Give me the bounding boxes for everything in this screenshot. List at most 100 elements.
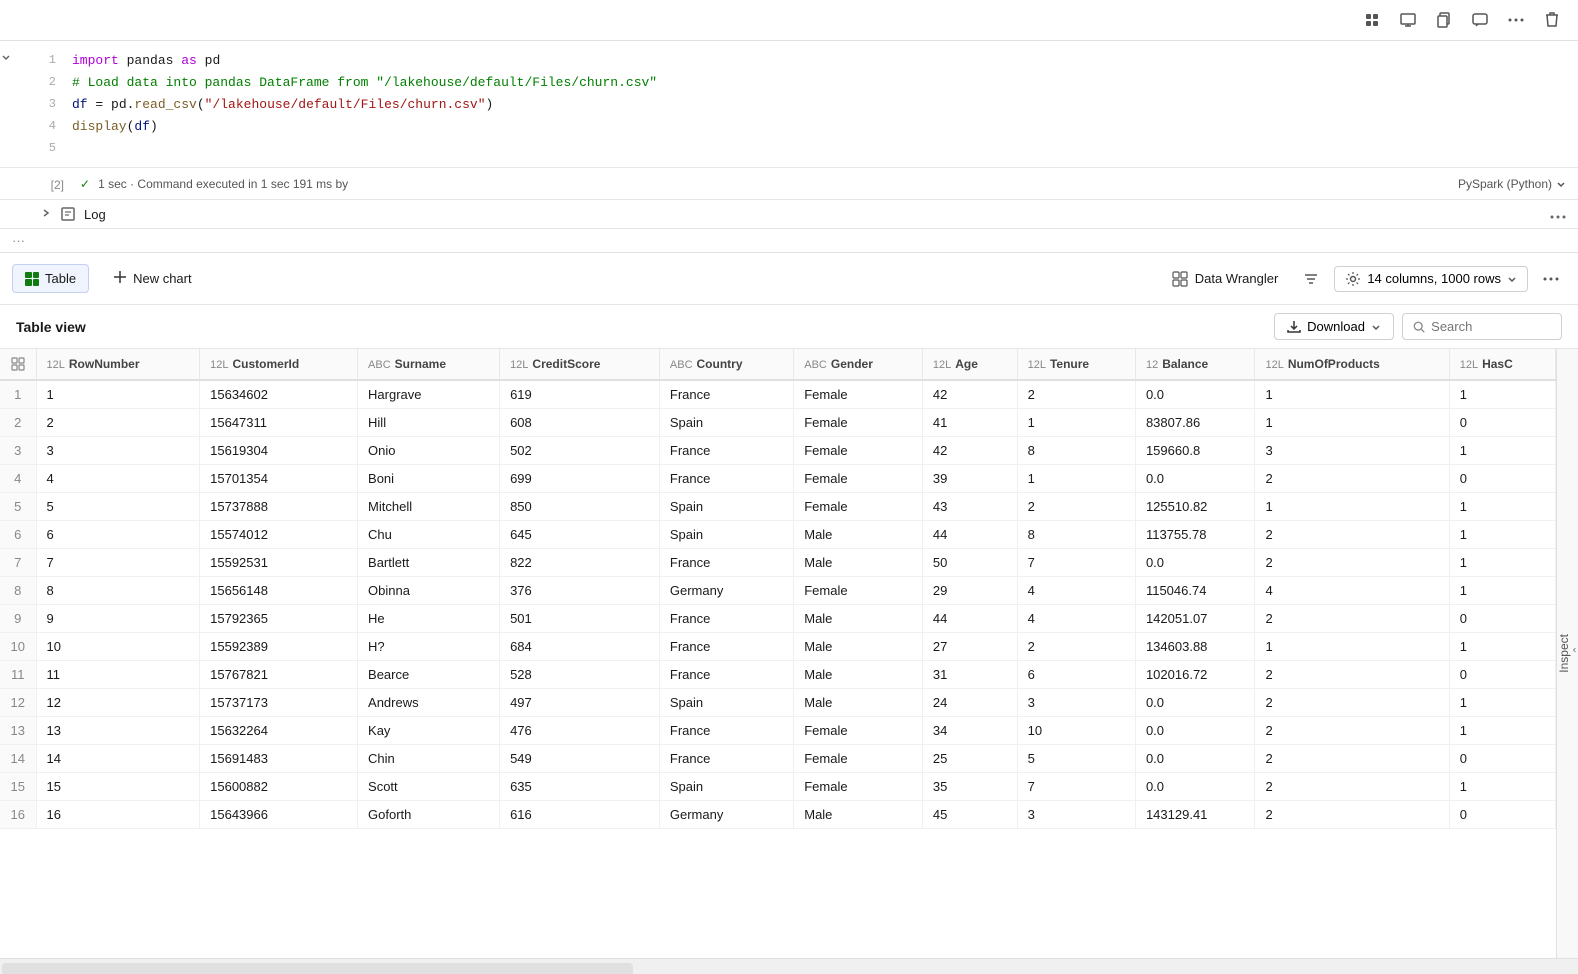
table-cell: 143129.41: [1135, 801, 1255, 829]
table-cell: 2: [1255, 661, 1449, 689]
filter-button[interactable]: [1296, 264, 1326, 294]
table-cell: 684: [500, 633, 660, 661]
table-cell: 7: [36, 549, 200, 577]
table-cell: 376: [500, 577, 660, 605]
code-line-3: df = pd.read_csv("/lakehouse/default/Fil…: [72, 97, 493, 112]
more-options-button[interactable]: [1536, 264, 1566, 294]
table-cell: 619: [500, 380, 660, 409]
table-cell: 45: [922, 801, 1017, 829]
output-panel: Table New chart Data Wrangler 14 col: [0, 252, 1578, 974]
table-cell: Male: [794, 689, 923, 717]
bottom-scrollbar[interactable]: [0, 958, 1578, 974]
search-box[interactable]: [1402, 313, 1562, 340]
table-cell: 14: [36, 745, 200, 773]
table-cell: 15792365: [200, 605, 358, 633]
col-rownumber: 12LRowNumber: [36, 349, 200, 380]
data-table-wrapper[interactable]: 12LRowNumber 12LCustomerId ABCSurname 12…: [0, 349, 1556, 958]
table-cell: 0.0: [1135, 549, 1255, 577]
table-cell: 41: [922, 409, 1017, 437]
table-cell: Mitchell: [358, 493, 500, 521]
line-number-5: 5: [36, 141, 56, 155]
table-cell: 2: [1255, 801, 1449, 829]
code-editor[interactable]: 1 import pandas as pd 2 # Load data into…: [24, 41, 1578, 167]
table-cell: 1: [1449, 521, 1555, 549]
table-cell: 15600882: [200, 773, 358, 801]
table-cell: 822: [500, 549, 660, 577]
table-cell: 134603.88: [1135, 633, 1255, 661]
table-cell: 25: [922, 745, 1017, 773]
table-cell: 15701354: [200, 465, 358, 493]
log-label: Log: [84, 207, 106, 222]
table-cell: France: [659, 661, 793, 689]
table-cell: 15632264: [200, 717, 358, 745]
table-cell: Obinna: [358, 577, 500, 605]
table-row: 1115634602Hargrave619FranceFemale4220.01…: [0, 380, 1556, 409]
col-creditscore: 12LCreditScore: [500, 349, 660, 380]
download-button[interactable]: Download: [1274, 313, 1394, 340]
table-cell: 34: [922, 717, 1017, 745]
columns-rows-label: 14 columns, 1000 rows: [1367, 271, 1501, 286]
table-cell: 1: [36, 380, 200, 409]
chat-icon-button[interactable]: [1466, 6, 1494, 34]
table-row: 161615643966Goforth616GermanyMale4531431…: [0, 801, 1556, 829]
row-index-cell: 1: [0, 380, 36, 409]
table-cell: France: [659, 465, 793, 493]
row-index-cell: 10: [0, 633, 36, 661]
table-cell: France: [659, 605, 793, 633]
table-cell: 9: [36, 605, 200, 633]
row-index-cell: 11: [0, 661, 36, 689]
row-index-cell: 5: [0, 493, 36, 521]
code-line-1: import pandas as pd: [72, 53, 220, 68]
table-cell: 31: [922, 661, 1017, 689]
search-input[interactable]: [1431, 319, 1551, 334]
cell-number: [2]: [40, 176, 72, 192]
table-cell: 42: [922, 437, 1017, 465]
table-cell: 115046.74: [1135, 577, 1255, 605]
col-balance: 12Balance: [1135, 349, 1255, 380]
table-cell: 16: [36, 801, 200, 829]
table-cell: Spain: [659, 773, 793, 801]
table-cell: 2: [1255, 605, 1449, 633]
table-cell: 0.0: [1135, 717, 1255, 745]
monitor-icon-button[interactable]: [1394, 6, 1422, 34]
table-cell: Andrews: [358, 689, 500, 717]
table-cell: 2: [1255, 773, 1449, 801]
collapse-button[interactable]: [0, 41, 24, 167]
new-chart-button[interactable]: New chart: [101, 264, 204, 293]
table-cell: Male: [794, 549, 923, 577]
table-cell: 0: [1449, 409, 1555, 437]
col-numofproducts: 12LNumOfProducts: [1255, 349, 1449, 380]
table-cell: 27: [922, 633, 1017, 661]
table-tab[interactable]: Table: [12, 264, 89, 293]
table-cell: Female: [794, 465, 923, 493]
table-cell: 635: [500, 773, 660, 801]
table-cell: 6: [1017, 661, 1135, 689]
table-cell: Female: [794, 493, 923, 521]
table-cell: Female: [794, 577, 923, 605]
table-cell: 2: [1255, 717, 1449, 745]
data-wrangler-button[interactable]: Data Wrangler: [1161, 264, 1289, 294]
table-cell: 497: [500, 689, 660, 717]
table-cell: 549: [500, 745, 660, 773]
col-gender: ABCGender: [794, 349, 923, 380]
log-expand-button[interactable]: [40, 207, 52, 222]
ml-icon-button[interactable]: [1358, 6, 1386, 34]
table-cell: 42: [922, 380, 1017, 409]
log-more-button[interactable]: [1550, 207, 1566, 222]
more-icon-button[interactable]: [1502, 6, 1530, 34]
table-cell: 2: [1255, 745, 1449, 773]
copy-icon-button[interactable]: [1430, 6, 1458, 34]
table-cell: 2: [1255, 689, 1449, 717]
table-cell: 1: [1449, 437, 1555, 465]
table-cell: France: [659, 549, 793, 577]
columns-rows-button[interactable]: 14 columns, 1000 rows: [1334, 266, 1528, 292]
inspect-panel[interactable]: Inspect: [1556, 349, 1578, 958]
delete-icon-button[interactable]: [1538, 6, 1566, 34]
table-actions: Download: [1274, 313, 1562, 340]
table-cell: 83807.86: [1135, 409, 1255, 437]
plus-icon: [113, 270, 127, 287]
table-cell: 2: [1255, 465, 1449, 493]
row-index-cell: 6: [0, 521, 36, 549]
table-cell: 1: [1255, 380, 1449, 409]
table-cell: 0: [1449, 801, 1555, 829]
